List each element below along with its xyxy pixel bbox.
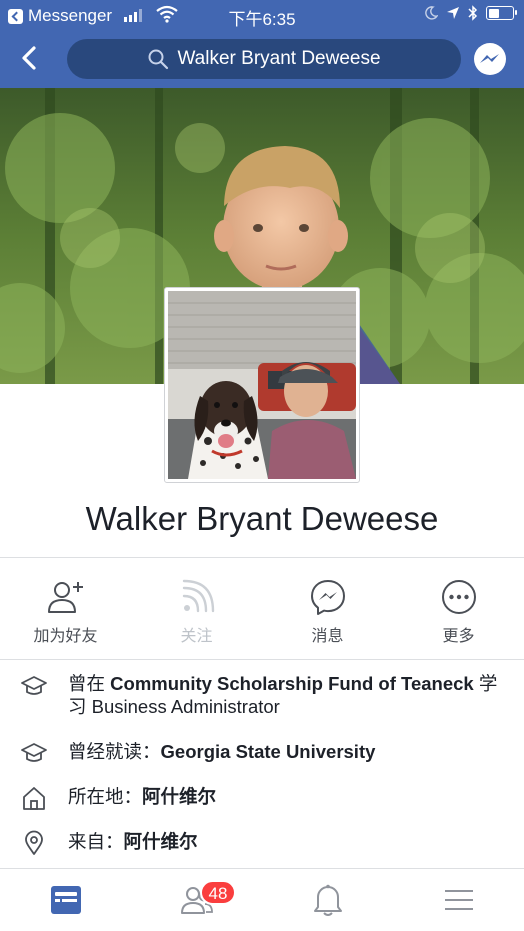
tab-notifications[interactable] bbox=[262, 869, 393, 931]
graduation-cap-icon bbox=[21, 676, 47, 695]
friend-requests-badge: 48 bbox=[200, 880, 236, 905]
search-query: Walker Bryant Deweese bbox=[177, 48, 381, 69]
divider bbox=[0, 557, 524, 558]
back-arrow-icon[interactable] bbox=[16, 44, 44, 72]
education-school[interactable]: Georgia State University bbox=[161, 741, 376, 762]
from-place[interactable]: 阿什维尔 bbox=[124, 831, 198, 852]
profile-name: Walker Bryant Deweese bbox=[85, 500, 439, 537]
moon-icon bbox=[425, 6, 438, 20]
work-prefix: 曾在 bbox=[68, 673, 106, 694]
tab-news-feed[interactable] bbox=[0, 869, 131, 931]
work-field: Business Administrator bbox=[91, 696, 280, 717]
education-prefix: 曾经就读： bbox=[68, 741, 161, 762]
location-icon bbox=[447, 7, 459, 19]
follow-button[interactable]: 关注 bbox=[131, 560, 262, 658]
follow-rss-icon bbox=[182, 579, 214, 613]
bell-icon bbox=[313, 884, 342, 916]
hamburger-menu-icon bbox=[444, 890, 473, 910]
news-feed-icon bbox=[50, 886, 81, 914]
from-prefix: 来自： bbox=[68, 831, 124, 852]
profile-actions: 加为好友 关注 消息 更多 bbox=[0, 560, 524, 658]
profile-picture[interactable] bbox=[164, 287, 360, 483]
lives-place[interactable]: 阿什维尔 bbox=[142, 786, 216, 807]
status-bar: Messenger 下午6:35 bbox=[0, 0, 524, 30]
tab-friend-requests[interactable]: 48 bbox=[131, 869, 262, 931]
home-icon bbox=[23, 787, 45, 810]
message-button[interactable]: 消息 bbox=[262, 560, 393, 658]
search-icon bbox=[148, 49, 169, 70]
divider bbox=[0, 659, 524, 660]
work-organization[interactable]: Community Scholarship Fund of Teaneck bbox=[110, 673, 474, 694]
graduation-cap-icon bbox=[21, 743, 47, 762]
add-friend-label: 加为好友 bbox=[33, 628, 98, 645]
add-friend-icon bbox=[47, 582, 83, 613]
add-friend-button[interactable]: 加为好友 bbox=[0, 560, 131, 658]
bottom-tab-bar: 48 bbox=[0, 868, 524, 931]
bluetooth-icon bbox=[468, 5, 478, 21]
profile-photo-image bbox=[168, 291, 356, 479]
messenger-icon bbox=[310, 580, 345, 615]
tab-menu[interactable] bbox=[393, 869, 524, 931]
battery-icon bbox=[486, 6, 517, 20]
lives-prefix: 所在地： bbox=[68, 786, 143, 807]
more-button[interactable]: 更多 bbox=[393, 560, 524, 658]
location-pin-icon bbox=[25, 830, 43, 855]
more-label: 更多 bbox=[442, 628, 475, 645]
message-label: 消息 bbox=[311, 628, 344, 645]
top-bar: Messenger 下午6:35 Walker Bryant Deweese bbox=[0, 0, 524, 88]
messenger-icon[interactable] bbox=[473, 42, 507, 76]
follow-label: 关注 bbox=[180, 628, 213, 645]
more-icon bbox=[441, 580, 476, 614]
search-bar[interactable]: Walker Bryant Deweese bbox=[67, 39, 461, 79]
